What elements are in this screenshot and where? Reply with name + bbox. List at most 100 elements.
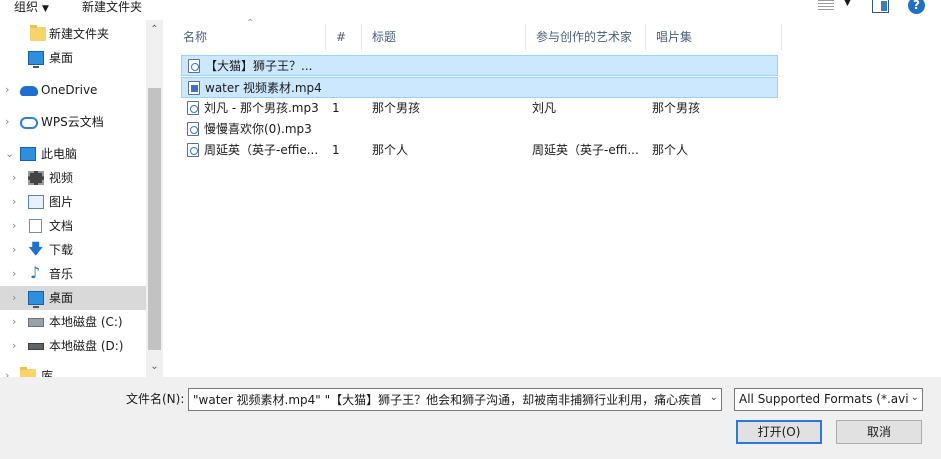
nav-item-drive-c[interactable]: › 本地磁盘 (C:) xyxy=(0,310,146,334)
details-view-icon xyxy=(818,0,834,12)
chevron-right-icon[interactable]: › xyxy=(12,286,22,310)
nav-item-downloads[interactable]: › 🡇 下载 xyxy=(0,238,146,262)
nav-item-desktop[interactable]: › 桌面 xyxy=(0,286,146,310)
chevron-right-icon[interactable]: › xyxy=(12,238,22,262)
new-folder-button[interactable]: 新建文件夹 xyxy=(82,0,142,15)
file-name: 刘凡 - 那个男孩.mp3 xyxy=(204,101,319,115)
filetype-select[interactable]: All Supported Formats (*.avi ⌄ xyxy=(734,388,923,411)
filename-input[interactable] xyxy=(193,391,701,408)
chevron-right-icon[interactable]: › xyxy=(12,190,22,214)
scroll-up-arrow-icon[interactable]: ⌃ xyxy=(146,24,163,40)
drive-c-icon xyxy=(28,318,44,327)
nav-item-this-pc[interactable]: ⌄ 此电脑 xyxy=(0,142,146,166)
nav-item-label: 文档 xyxy=(49,219,74,233)
nav-item-label: 此电脑 xyxy=(41,147,78,161)
filename-combobox[interactable]: ⌄ xyxy=(188,388,722,411)
toolbar: 组织 ▼ 新建文件夹 ▼ ? xyxy=(0,0,941,17)
nav-item-wps-cloud[interactable]: › WPS云文档 xyxy=(0,110,146,134)
nav-item-libraries[interactable]: › 库 xyxy=(0,364,146,377)
nav-item-label: 本地磁盘 (C:) xyxy=(49,315,123,329)
documents-folder-icon xyxy=(29,219,42,233)
nav-item-videos[interactable]: › 视频 xyxy=(0,166,146,190)
file-row[interactable]: 刘凡 - 那个男孩.mp3 1 那个男孩 刘凡 那个男孩 xyxy=(181,98,778,119)
nav-item-label: 本地磁盘 (D:) xyxy=(49,339,124,353)
download-arrow-icon: 🡇 xyxy=(28,240,44,258)
scrollbar-thumb[interactable] xyxy=(148,88,161,350)
pictures-folder-icon xyxy=(28,195,44,209)
chevron-right-icon[interactable]: › xyxy=(5,78,15,102)
column-header-name[interactable]: 名称 xyxy=(173,24,326,50)
change-view-button[interactable]: ▼ xyxy=(816,0,856,14)
chevron-right-icon[interactable]: › xyxy=(5,110,15,134)
computer-icon xyxy=(20,147,36,161)
file-row[interactable]: 【大猫】狮子王？... xyxy=(181,55,778,76)
file-row[interactable]: 周延英（英子-effie... 1 那个人 周延英（英子-effi... 那个人 xyxy=(181,140,778,161)
organize-label: 组织 xyxy=(14,0,39,14)
nav-scrollbar[interactable]: ⌃ ⌄ xyxy=(146,20,163,377)
audio-file-icon xyxy=(187,122,199,136)
file-row[interactable]: 慢慢喜欢你(0).mp3 xyxy=(181,119,778,140)
column-header-title[interactable]: 标题 xyxy=(362,24,526,50)
nav-item-desktop-quick[interactable]: 桌面 xyxy=(0,46,146,70)
scroll-down-arrow-icon[interactable]: ⌄ xyxy=(146,361,163,377)
nav-item-pictures[interactable]: › 图片 xyxy=(0,190,146,214)
view-dropdown-icon: ▼ xyxy=(844,0,851,8)
audio-file-icon xyxy=(187,143,199,157)
file-album: 那个人 xyxy=(652,143,689,157)
filetype-value: All Supported Formats (*.avi xyxy=(739,392,909,406)
chevron-down-icon[interactable]: ⌄ xyxy=(908,392,919,403)
file-icon xyxy=(188,59,200,73)
file-row[interactable]: water 视频素材.mp4 xyxy=(181,77,778,98)
nav-item-label: 下载 xyxy=(49,243,74,257)
desktop-icon xyxy=(28,51,44,68)
chevron-right-icon[interactable]: › xyxy=(12,262,22,286)
dialog-footer: 文件名(N): ⌄ All Supported Formats (*.avi ⌄… xyxy=(0,377,941,459)
file-name: 周延英（英子-effie... xyxy=(204,143,319,157)
file-name: water 视频素材.mp4 xyxy=(205,81,322,95)
file-album: 那个男孩 xyxy=(652,101,701,115)
file-track-number: 1 xyxy=(332,101,340,115)
nav-item-label: 库 xyxy=(41,369,54,377)
nav-item-onedrive[interactable]: › OneDrive xyxy=(0,78,146,102)
nav-item-new-folder[interactable]: 新建文件夹 xyxy=(0,22,146,46)
open-button[interactable]: 打开(O) xyxy=(736,420,822,444)
file-name: 【大猫】狮子王？... xyxy=(205,59,313,73)
file-name: 慢慢喜欢你(0).mp3 xyxy=(204,122,312,136)
file-title: 那个男孩 xyxy=(372,101,421,115)
file-title: 那个人 xyxy=(372,143,409,157)
organize-dropdown-icon: ▼ xyxy=(42,4,49,14)
chevron-right-icon[interactable]: › xyxy=(5,364,15,377)
navigation-pane: 新建文件夹 桌面 › OneDrive › WPS云文档 ⌄ 此电脑 › 视频 … xyxy=(0,20,163,377)
column-header-number[interactable]: # xyxy=(326,24,362,50)
chevron-down-icon[interactable]: ⌄ xyxy=(5,142,15,166)
nav-item-label: 音乐 xyxy=(49,267,74,281)
nav-item-label: 桌面 xyxy=(49,51,74,65)
file-artist: 周延英（英子-effi... xyxy=(532,143,639,157)
preview-pane-icon[interactable] xyxy=(872,0,889,13)
nav-item-music[interactable]: › ♪ 音乐 xyxy=(0,262,146,286)
chevron-down-icon[interactable]: ⌄ xyxy=(710,392,718,403)
desktop-icon xyxy=(28,291,44,308)
help-icon[interactable]: ? xyxy=(908,0,925,14)
organize-button[interactable]: 组织 ▼ xyxy=(14,0,49,15)
audio-file-icon xyxy=(187,101,199,115)
nav-item-drive-d[interactable]: › 本地磁盘 (D:) xyxy=(0,334,146,358)
column-header-artist[interactable]: 参与创作的艺术家 xyxy=(526,24,646,50)
column-header-album[interactable]: 唱片集 xyxy=(646,24,782,50)
chevron-right-icon[interactable]: › xyxy=(12,334,22,358)
cancel-button[interactable]: 取消 xyxy=(836,420,922,444)
chevron-right-icon[interactable]: › xyxy=(12,166,22,190)
chevron-right-icon[interactable]: › xyxy=(12,214,22,238)
nav-item-label: 新建文件夹 xyxy=(49,27,110,41)
library-icon xyxy=(20,367,36,377)
drive-d-icon xyxy=(28,343,44,350)
nav-item-label: WPS云文档 xyxy=(41,115,104,129)
chevron-right-icon[interactable]: › xyxy=(12,310,22,334)
wps-cloud-icon xyxy=(20,117,38,129)
file-track-number: 1 xyxy=(332,143,340,157)
file-list: ⌃ 名称 # 标题 参与创作的艺术家 唱片集 【大猫】狮子王？... water… xyxy=(163,18,941,377)
nav-item-label: 图片 xyxy=(49,195,74,209)
nav-item-label: 视频 xyxy=(49,171,74,185)
nav-item-documents[interactable]: › 文档 xyxy=(0,214,146,238)
filename-label: 文件名(N): xyxy=(126,392,185,406)
